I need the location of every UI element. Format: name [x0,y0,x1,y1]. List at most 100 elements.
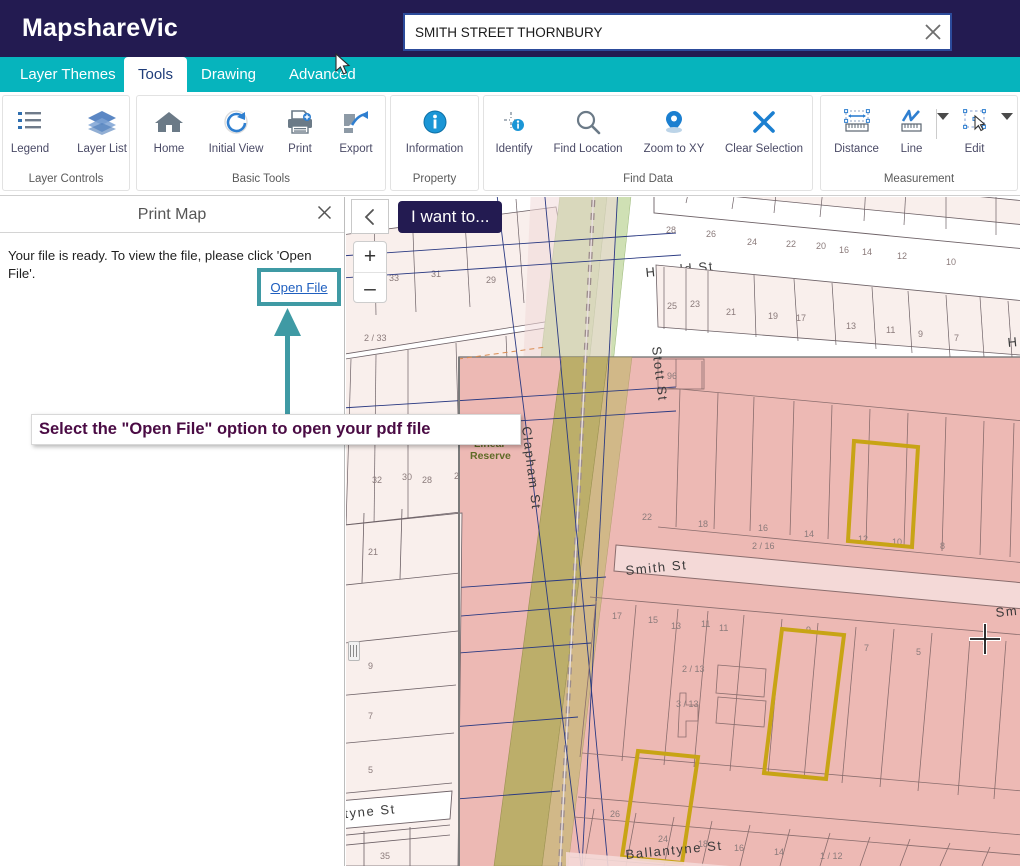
tool-line-measure[interactable]: Line [888,99,936,155]
open-file-highlight-box: Open File [257,268,341,306]
parcel-number: 21 [368,547,378,557]
parcel-number: 11 [886,325,895,335]
panel-header: Print Map [0,197,344,233]
parcel-number: 16 [734,843,744,853]
parcel-number: 8 [940,541,945,551]
ribbon-group-label: Property [412,173,457,185]
tab-label: Layer Themes [20,66,116,83]
parcel-number: 26 [706,229,716,239]
parcel-number: 26 [610,809,620,819]
parcel-number: 14 [862,247,872,257]
ribbon-group-label: Basic Tools [232,173,290,185]
handle-grip-line [356,645,357,657]
search-input[interactable] [405,15,916,49]
tool-label: Distance [834,143,879,155]
identify-icon [499,103,529,141]
search-box[interactable] [403,13,952,51]
instruction-callout: Select the "Open File" option to open yo… [31,414,521,445]
parcel-number: 30 [402,472,412,482]
reserve-label-line2: Reserve [470,450,511,462]
parcel-number: 15 [648,615,658,625]
application-window: MapshareVic Layer Themes Tools Drawing A… [0,0,1020,866]
parcel-number: 35 [380,851,390,861]
parcel-number: 25 [667,301,677,311]
parcel-number: 28 [422,475,432,485]
search-clear-button[interactable] [916,15,950,49]
parcel-number: 9 [918,329,923,339]
refresh-icon [221,103,251,141]
tab-layer-themes[interactable]: Layer Themes [6,57,130,92]
tool-print[interactable]: Print [272,99,328,155]
handle-grip-line [353,645,354,657]
ribbon-toolbar: Legend Layer List Layer Controls Home In… [0,92,1020,196]
close-icon [925,24,941,40]
distance-ruler-icon [842,103,872,141]
search-icon [573,103,603,141]
edit-select-icon [960,103,990,141]
line-dropdown-caret-icon[interactable] [936,113,949,120]
parcel-number: 5 [916,647,921,657]
tool-identify[interactable]: Identify [484,99,544,155]
street-label-smith-st-right: Sm [995,603,1019,620]
zoom-in-button[interactable]: + [354,242,386,273]
tool-clear-selection[interactable]: Clear Selection [716,99,812,155]
line-measure-icon [898,103,926,141]
tool-label: Legend [10,143,50,155]
tool-label: Layer List [77,143,127,155]
parcel-number: 21 [726,307,736,317]
parcel-number: 9 [368,661,373,671]
tool-label: Zoom to XY [643,143,705,155]
tool-distance[interactable]: Distance [826,99,888,155]
tool-export[interactable]: Export [328,99,384,155]
main-tab-bar: Layer Themes Tools Drawing Advanced [0,57,1020,92]
tab-tools[interactable]: Tools [124,57,188,92]
ribbon-group-basic-tools: Home Initial View Print Export Basic Too… [136,95,386,191]
parcel-number: 11 [719,623,728,633]
tab-advanced[interactable]: Advanced [275,57,370,92]
tab-drawing[interactable]: Drawing [187,57,270,92]
tool-zoom-to-xy[interactable]: Zoom to XY [632,99,716,155]
parcel-number: 2 / 33 [364,333,387,343]
parcel-number: 10 [946,257,956,267]
parcel-number: 2 / 16 [752,541,775,551]
parcel-number: 11 [701,619,710,629]
tool-initial-view[interactable]: Initial View [200,99,272,155]
tool-label: Line [900,143,923,155]
parcel-number: 7 [864,643,869,653]
parcel-number: 17 [612,611,622,621]
tool-information[interactable]: Information [392,99,478,155]
parcel-number: 24 [747,237,757,247]
ribbon-group-property: Information Property [390,95,479,191]
map-viewport[interactable]: / 33 33 31 29 2 / 33 32 30 28 26 [346,197,1020,866]
tab-label: Drawing [201,66,257,83]
parcel-number: 16 [839,245,849,255]
tool-legend[interactable]: Legend [0,99,66,155]
parcel-number: 19 [768,311,778,321]
i-want-to-button[interactable]: I want to... [398,201,503,233]
parcel-number: 3 / 13 [676,699,699,709]
open-file-link[interactable]: Open File [270,280,327,295]
home-icon [153,103,185,141]
parcel-number: 32 [372,475,382,485]
zoom-out-button[interactable]: – [354,273,386,304]
ribbon-group-label: Find Data [623,173,673,185]
parcel-number: 22 [642,512,652,522]
tool-find-location[interactable]: Find Location [544,99,632,155]
edit-dropdown-caret-icon[interactable] [1000,113,1013,120]
tool-edit-select[interactable]: Edit [949,99,1001,155]
ribbon-group-label: Measurement [883,173,955,185]
parcel-number: 2 / 13 [682,664,705,674]
parcel-number: 18 [698,519,708,529]
map-panel-collapse-button[interactable] [351,199,389,234]
tool-label: Find Location [553,143,623,155]
parcel-number: 13 [671,621,681,631]
tool-layer-list[interactable]: Layer List [66,99,138,155]
panel-close-button[interactable] [317,205,332,224]
tool-label: Print [288,143,312,155]
print-icon [285,103,315,141]
tool-home[interactable]: Home [138,99,200,155]
parcel-number: 28 [666,225,676,235]
ribbon-group-measurement: Distance Line Edit Measurement [820,95,1018,191]
panel-resize-handle[interactable] [348,641,360,661]
app-brand-title: MapshareVic [22,14,178,42]
